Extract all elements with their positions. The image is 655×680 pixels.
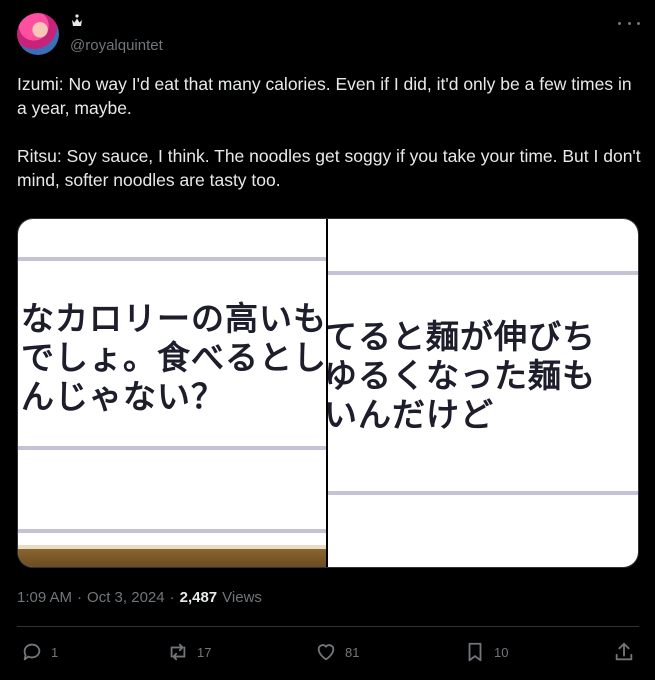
share-button[interactable] (613, 638, 635, 666)
bookmark-button[interactable]: 10 (464, 638, 508, 666)
media-grid: なカロリーの高いも でしょ。食べるとし んじゃない？ てると麺が伸びち ゆるくな… (17, 218, 639, 568)
share-icon (615, 642, 633, 661)
post-image-2[interactable]: てると麺が伸びち ゆるくなった麺も いんだけど (328, 219, 638, 567)
meta-separator: · (169, 589, 175, 606)
like-button[interactable]: 81 (315, 638, 359, 666)
avatar[interactable] (17, 13, 59, 55)
author-handle[interactable]: @royalquintet (70, 37, 163, 54)
crown-icon (70, 14, 84, 28)
reply-button[interactable]: 1 (21, 638, 58, 666)
views-count: 2,487 (179, 589, 218, 606)
image-1-text: なカロリーの高いも でしょ。食べるとし んじゃない？ (21, 299, 326, 416)
reply-count: 1 (51, 644, 59, 660)
post-time[interactable]: 1:09 AM (17, 589, 72, 606)
divider (17, 626, 639, 627)
tweet: @royalquintet Izumi: No way I'd eat that… (0, 0, 655, 680)
reply-icon (23, 643, 41, 661)
post-date[interactable]: Oct 3, 2024 (87, 589, 165, 606)
bookmark-count: 10 (494, 644, 509, 660)
more-options-icon[interactable] (618, 16, 640, 30)
repost-button[interactable]: 17 (167, 638, 211, 666)
post-image-1[interactable]: なカロリーの高いも でしょ。食べるとし んじゃない？ (18, 219, 326, 567)
post-text: Izumi: No way I'd eat that many calories… (17, 74, 641, 190)
repost-icon (170, 643, 186, 661)
repost-count: 17 (197, 644, 212, 660)
image-2-text: てると麺が伸びち ゆるくなった麺も いんだけど (328, 317, 596, 434)
meta-separator: · (77, 589, 83, 606)
views-label: Views (222, 589, 262, 606)
bookmark-icon (468, 642, 482, 662)
like-count: 81 (345, 644, 360, 660)
action-bar: 1 17 81 10 (17, 638, 639, 666)
heart-icon (317, 644, 335, 661)
post-meta: 1:09 AM · Oct 3, 2024 · 2,487 Views (17, 589, 262, 606)
